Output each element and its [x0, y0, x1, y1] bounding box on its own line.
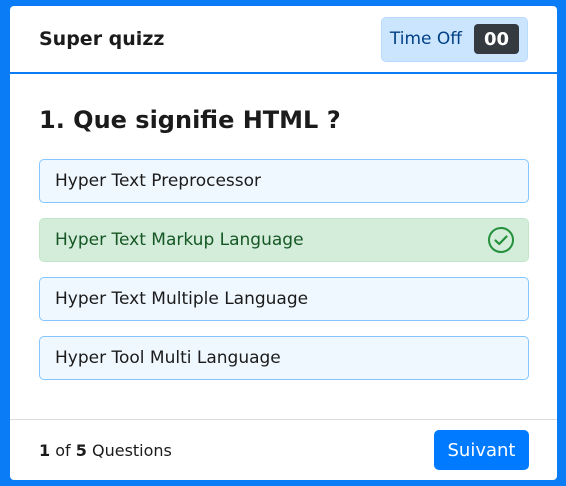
timer: Time Off 00: [380, 16, 528, 62]
option-label: Hyper Text Multiple Language: [55, 289, 309, 309]
option-list: Hyper Text Preprocessor Hyper Text Marku…: [39, 159, 529, 395]
option-label: Hyper Text Markup Language: [55, 230, 304, 250]
quiz-footer: 1 of 5 Questions Suivant: [10, 419, 557, 480]
option-item[interactable]: Hyper Tool Multi Language: [39, 336, 529, 380]
option-item[interactable]: Hyper Text Preprocessor: [39, 159, 529, 203]
total-question-number: 5: [75, 440, 87, 460]
quiz-header: Super quizz Time Off 00: [10, 6, 557, 74]
counter-of: of: [55, 440, 71, 460]
next-button[interactable]: Suivant: [434, 430, 529, 470]
check-circle-icon: [488, 227, 514, 253]
quiz-box: Super quizz Time Off 00 1. Que signifie …: [10, 6, 557, 480]
option-item[interactable]: Hyper Text Multiple Language: [39, 277, 529, 321]
option-item-correct[interactable]: Hyper Text Markup Language: [39, 218, 529, 262]
question-text: 1. Que signifie HTML ?: [39, 106, 341, 134]
timer-value: 00: [474, 24, 519, 54]
current-question-number: 1: [39, 440, 51, 460]
option-label: Hyper Tool Multi Language: [55, 348, 281, 368]
timer-label: Time Off: [389, 29, 462, 49]
option-label: Hyper Text Preprocessor: [55, 171, 262, 191]
counter-questions-label: Questions: [91, 440, 172, 460]
quiz-title: Super quizz: [39, 28, 165, 50]
question-counter: 1 of 5 Questions: [39, 441, 172, 460]
